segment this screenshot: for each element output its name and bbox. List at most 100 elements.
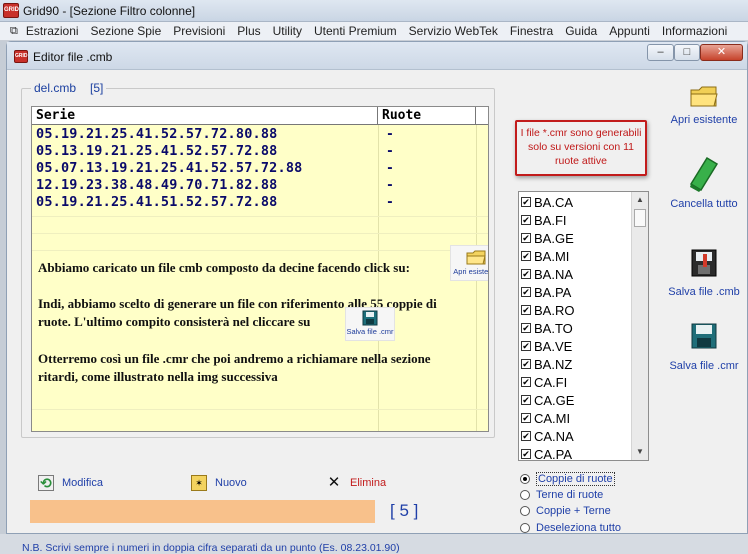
wheel-checkbox[interactable]: ✔ <box>521 449 531 459</box>
open-existing-label: Apri esistente <box>670 114 738 126</box>
cell-serie[interactable]: 05.19.21.25.41.52.57.72.80.88 <box>36 126 278 143</box>
wheel-label: BA.NA <box>534 266 574 282</box>
wheels-checklist[interactable]: ✔ BA.CA ✔ BA.FI ✔ BA.GE ✔ BA.MI ✔ BA.NA ✔ BA.P… <box>518 191 649 461</box>
wheel-item-ba-to[interactable]: ✔ BA.TO <box>521 319 573 337</box>
open-existing-button[interactable]: Apri esistente <box>664 82 744 126</box>
radio-terne-di-ruote[interactable]: Terne di ruote <box>520 487 603 503</box>
wheel-label: BA.RO <box>534 302 575 318</box>
file-legend: del.cmb [5] <box>31 81 107 95</box>
wheel-item-ba-ro[interactable]: ✔ BA.RO <box>521 301 574 319</box>
wheel-checkbox[interactable]: ✔ <box>521 431 531 441</box>
cell-ruote[interactable]: - <box>386 177 394 194</box>
wheel-checkbox[interactable]: ✔ <box>521 377 531 387</box>
wheel-checkbox[interactable]: ✔ <box>521 413 531 423</box>
wheel-item-ca-fi[interactable]: ✔ CA.FI <box>521 373 567 391</box>
radio-button[interactable] <box>520 474 530 484</box>
cell-ruote[interactable]: - <box>386 194 394 211</box>
minimize-button[interactable]: – <box>647 44 674 61</box>
menu-finestra[interactable]: Finestra <box>504 24 559 38</box>
radio-coppie-terne[interactable]: Coppie + Terne <box>520 503 611 519</box>
file-count: [5] <box>90 81 104 95</box>
eraser-icon <box>689 156 719 192</box>
table-row[interactable]: 12.19.23.38.48.49.70.71.82.88 - <box>32 177 488 194</box>
wheels-scrollbar[interactable]: ▲ ▼ <box>631 192 648 460</box>
modifica-button[interactable]: ⟲ Modifica <box>38 475 103 491</box>
nuovo-label: Nuovo <box>215 477 247 489</box>
menu-guida[interactable]: Guida <box>559 24 603 38</box>
wheel-checkbox[interactable]: ✔ <box>521 269 531 279</box>
mdi-restore-icon[interactable]: ⧉ <box>0 25 20 38</box>
wheel-item-ba-ca[interactable]: ✔ BA.CA <box>521 193 573 211</box>
wheel-item-ba-ve[interactable]: ✔ BA.VE <box>521 337 572 355</box>
progress-bar <box>30 500 375 523</box>
new-folder-icon: ✶ <box>191 475 207 491</box>
save-cmb-button[interactable]: Salva file .cmb <box>664 248 744 298</box>
wheel-checkbox[interactable]: ✔ <box>521 305 531 315</box>
menu-sezione-spie[interactable]: Sezione Spie <box>85 24 168 38</box>
radio-button[interactable] <box>520 490 530 500</box>
wheel-checkbox[interactable]: ✔ <box>521 233 531 243</box>
scroll-thumb[interactable] <box>634 209 646 227</box>
cell-serie[interactable]: 05.19.21.25.41.51.52.57.72.88 <box>36 194 278 211</box>
table-row[interactable]: 05.13.19.21.25.41.52.57.72.88 - <box>32 143 488 160</box>
cell-ruote[interactable]: - <box>386 126 394 143</box>
wheel-checkbox[interactable]: ✔ <box>521 341 531 351</box>
wheel-item-ba-nz[interactable]: ✔ BA.NZ <box>521 355 572 373</box>
scroll-up-icon[interactable]: ▲ <box>632 192 648 208</box>
close-button[interactable]: ✕ <box>700 44 743 61</box>
radio-button[interactable] <box>520 506 530 516</box>
cmr-version-note: I file *.cmr sono generabili solo su ver… <box>515 120 647 176</box>
table-row[interactable]: 05.19.21.25.41.51.52.57.72.88 - <box>32 194 488 211</box>
clear-all-button[interactable]: Cancella tutto <box>664 154 744 210</box>
table-row[interactable]: 05.07.13.19.21.25.41.52.57.72.88 - <box>32 160 488 177</box>
save-cmr-button[interactable]: Salva file .cmr <box>664 322 744 372</box>
mini-open-label: Apri esistente <box>453 267 489 276</box>
radio-button[interactable] <box>520 523 530 533</box>
dialog-titlebar[interactable]: GRID Editor file .cmb – □ ✕ <box>7 42 747 70</box>
wheel-checkbox[interactable]: ✔ <box>521 359 531 369</box>
menu-informazioni[interactable]: Informazioni <box>656 24 733 38</box>
radio-coppie-di-ruote[interactable]: Coppie di ruote <box>520 471 615 487</box>
wheel-item-ba-na[interactable]: ✔ BA.NA <box>521 265 573 283</box>
wheel-item-ca-na[interactable]: ✔ CA.NA <box>521 427 574 445</box>
grid90-app-icon: GRID <box>3 3 19 18</box>
menu-plus[interactable]: Plus <box>231 24 266 38</box>
cell-serie[interactable]: 05.13.19.21.25.41.52.57.72.88 <box>36 143 278 160</box>
maximize-button[interactable]: □ <box>674 44 700 61</box>
wheel-item-ca-mi[interactable]: ✔ CA.MI <box>521 409 570 427</box>
wheel-checkbox[interactable]: ✔ <box>521 197 531 207</box>
nuovo-button[interactable]: ✶ Nuovo <box>191 475 247 491</box>
column-header-serie[interactable]: Serie <box>32 107 378 125</box>
elimina-label: Elimina <box>350 477 387 489</box>
menu-servizio-webtek[interactable]: Servizio WebTek <box>403 24 504 38</box>
wheel-label: CA.FI <box>534 374 568 390</box>
elimina-button[interactable]: ✕ Elimina <box>326 475 386 491</box>
wheel-checkbox[interactable]: ✔ <box>521 251 531 261</box>
menu-estrazioni[interactable]: Estrazioni <box>20 24 85 38</box>
wheel-checkbox[interactable]: ✔ <box>521 323 531 333</box>
wheel-item-ba-mi[interactable]: ✔ BA.MI <box>521 247 569 265</box>
cell-ruote[interactable]: - <box>386 143 394 160</box>
series-grid[interactable]: Serie Ruote 05.19.21.25.41.52.57.72.80.8… <box>31 106 489 432</box>
wheel-item-ba-ge[interactable]: ✔ BA.GE <box>521 229 574 247</box>
modifica-label: Modifica <box>62 477 103 489</box>
cell-serie[interactable]: 05.07.13.19.21.25.41.52.57.72.88 <box>36 160 303 177</box>
menu-utility[interactable]: Utility <box>267 24 308 38</box>
grid-row-divider <box>32 233 488 234</box>
menu-utenti-premium[interactable]: Utenti Premium <box>308 24 403 38</box>
wheel-item-ca-ge[interactable]: ✔ CA.GE <box>521 391 574 409</box>
wheel-checkbox[interactable]: ✔ <box>521 287 531 297</box>
cell-ruote[interactable]: - <box>386 160 394 177</box>
column-header-ruote[interactable]: Ruote <box>378 107 476 125</box>
wheel-item-ba-fi[interactable]: ✔ BA.FI <box>521 211 567 229</box>
menu-previsioni[interactable]: Previsioni <box>167 24 231 38</box>
wheel-item-ca-pa[interactable]: ✔ CA.PA <box>521 445 572 460</box>
wheel-checkbox[interactable]: ✔ <box>521 215 531 225</box>
cell-serie[interactable]: 12.19.23.38.48.49.70.71.82.88 <box>36 177 278 194</box>
mini-floppy-icon <box>362 310 378 326</box>
scroll-down-icon[interactable]: ▼ <box>632 444 648 460</box>
wheel-item-ba-pa[interactable]: ✔ BA.PA <box>521 283 571 301</box>
table-row[interactable]: 05.19.21.25.41.52.57.72.80.88 - <box>32 126 488 143</box>
menu-appunti[interactable]: Appunti <box>603 24 656 38</box>
wheel-checkbox[interactable]: ✔ <box>521 395 531 405</box>
